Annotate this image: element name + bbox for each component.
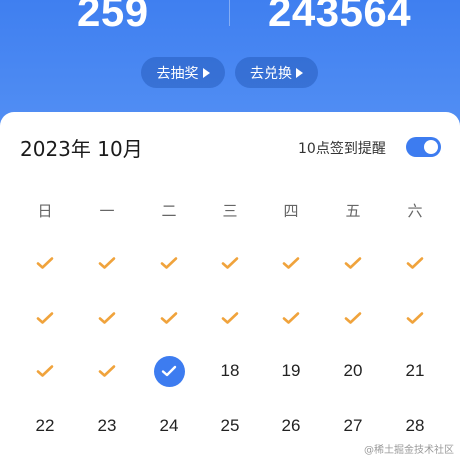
stat-left-value: 259 bbox=[77, 0, 149, 35]
check-icon bbox=[160, 311, 178, 325]
day-number: 26 bbox=[281, 416, 301, 435]
check-icon bbox=[344, 256, 362, 270]
day-number: 27 bbox=[343, 416, 363, 435]
weekday-label: 日 bbox=[37, 202, 53, 220]
day-number: 25 bbox=[220, 416, 240, 435]
day-cell[interactable]: 26 bbox=[271, 406, 311, 446]
day-number: 24 bbox=[159, 416, 179, 435]
day-cell-signed[interactable] bbox=[87, 351, 127, 391]
day-cell-signed[interactable] bbox=[25, 298, 65, 338]
day-number: 19 bbox=[281, 361, 301, 380]
day-number: 20 bbox=[343, 361, 363, 380]
check-icon bbox=[406, 256, 424, 270]
day-cell-signed[interactable] bbox=[25, 243, 65, 283]
weekday-label: 六 bbox=[407, 202, 423, 220]
day-number: 18 bbox=[220, 361, 240, 380]
check-icon bbox=[98, 256, 116, 270]
weekday-label: 五 bbox=[345, 202, 361, 220]
watermark: @稀土掘金技术社区 bbox=[364, 445, 454, 456]
weekday-label: 四 bbox=[283, 202, 299, 220]
day-cell[interactable]: 27 bbox=[333, 406, 373, 446]
day-cell-signed[interactable] bbox=[271, 298, 311, 338]
day-cell[interactable]: 24 bbox=[149, 406, 189, 446]
day-cell[interactable]: 25 bbox=[210, 406, 250, 446]
check-icon bbox=[36, 311, 54, 325]
lottery-label: 去抽奖 bbox=[156, 65, 199, 82]
check-icon bbox=[98, 364, 116, 378]
day-cell-signed[interactable] bbox=[87, 243, 127, 283]
check-icon bbox=[160, 256, 178, 270]
day-cell-signed[interactable] bbox=[395, 243, 435, 283]
weekday-label: 一 bbox=[99, 202, 115, 220]
check-icon bbox=[282, 311, 300, 325]
reminder-toggle[interactable] bbox=[406, 137, 441, 157]
day-number: 22 bbox=[35, 416, 55, 435]
day-cell-signed[interactable] bbox=[210, 298, 250, 338]
check-icon bbox=[221, 311, 239, 325]
day-cell-signed[interactable] bbox=[149, 243, 189, 283]
day-cell[interactable]: 21 bbox=[395, 351, 435, 391]
check-icon bbox=[282, 256, 300, 270]
check-icon bbox=[36, 256, 54, 270]
day-cell-signed[interactable] bbox=[210, 243, 250, 283]
check-circle-icon bbox=[153, 355, 185, 387]
check-icon bbox=[98, 311, 116, 325]
day-cell-signed[interactable] bbox=[333, 243, 373, 283]
day-number: 28 bbox=[405, 416, 425, 435]
day-cell-signed[interactable] bbox=[149, 298, 189, 338]
weekday-label: 二 bbox=[161, 202, 177, 220]
check-icon bbox=[344, 311, 362, 325]
day-number: 21 bbox=[405, 361, 425, 380]
day-cell-signed[interactable] bbox=[271, 243, 311, 283]
check-icon bbox=[406, 311, 424, 325]
day-number: 23 bbox=[97, 416, 117, 435]
play-icon bbox=[296, 67, 303, 78]
toggle-knob bbox=[424, 140, 438, 154]
day-cell-signed[interactable] bbox=[87, 298, 127, 338]
calendar-card: 2023年 10月 10点签到提醒 日 一 二 三 四 五 六 18 19 20 21 22 23 24… bbox=[0, 112, 460, 460]
day-cell-today[interactable] bbox=[149, 351, 189, 391]
stat-right-value: 243564 bbox=[268, 0, 412, 35]
weekday-label: 三 bbox=[222, 202, 238, 220]
play-icon bbox=[202, 67, 210, 78]
day-cell-signed[interactable] bbox=[395, 298, 435, 338]
exchange-button[interactable]: 去兑换 bbox=[235, 57, 318, 88]
stat-divider bbox=[229, 0, 230, 26]
day-cell[interactable]: 23 bbox=[87, 406, 127, 446]
day-cell[interactable]: 18 bbox=[210, 351, 250, 391]
day-cell[interactable]: 19 bbox=[271, 351, 311, 391]
day-cell-signed[interactable] bbox=[333, 298, 373, 338]
reminder-label: 10点签到提醒 bbox=[298, 141, 386, 157]
day-cell[interactable]: 20 bbox=[333, 351, 373, 391]
check-icon bbox=[221, 256, 239, 270]
day-cell[interactable]: 22 bbox=[25, 406, 65, 446]
exchange-label: 去兑换 bbox=[250, 65, 292, 82]
day-cell[interactable]: 28 bbox=[395, 406, 435, 446]
day-cell-signed[interactable] bbox=[25, 351, 65, 391]
lottery-button[interactable]: 去抽奖 bbox=[141, 57, 225, 88]
month-title: 2023年 10月 bbox=[20, 137, 143, 161]
check-icon bbox=[36, 364, 54, 378]
